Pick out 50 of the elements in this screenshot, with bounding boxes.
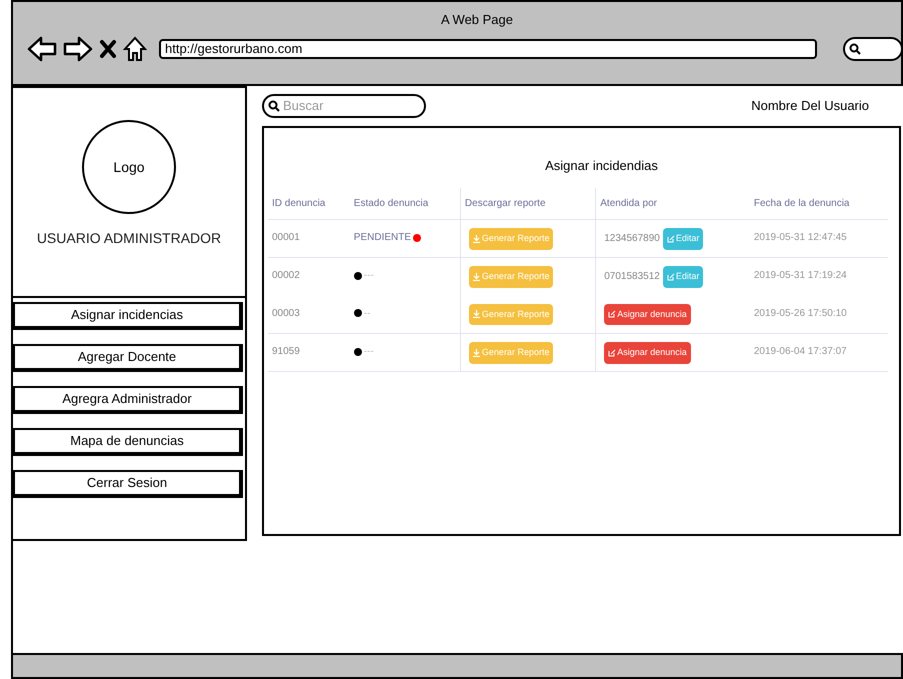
date-cell: 2019-05-31 12:47:45 [754, 232, 847, 243]
edit-icon [608, 310, 616, 318]
assign-button[interactable]: Asignar denuncia [604, 342, 691, 364]
table-title: Asignar incidendias [545, 157, 658, 175]
close-icon[interactable] [99, 38, 117, 58]
browser-search-field[interactable] [843, 36, 903, 60]
window-title: A Web Page [440, 11, 514, 29]
url-field[interactable]: http://gestorurbano.com [159, 38, 817, 58]
search-input[interactable]: Buscar [283, 96, 403, 116]
sidebar-button[interactable]: Agregra Administrador [13, 386, 243, 414]
status-text: PENDIENTE [354, 231, 412, 245]
sidebar-button[interactable]: Cerrar Sesion [13, 470, 243, 498]
assign-button[interactable]: Asignar denuncia [604, 304, 691, 325]
id-cell: 00003 [272, 308, 300, 318]
sidebar-button[interactable]: Asignar incidencias [13, 302, 243, 330]
attendant-id: 0701583512 [604, 270, 660, 284]
column-header: Fecha de la denuncia [750, 188, 888, 220]
date-cell: 2019-05-31 17:19:24 [754, 270, 847, 281]
download-icon [472, 234, 480, 243]
id-cell: 00002 [272, 270, 300, 281]
column-header: ID denuncia [268, 188, 350, 220]
attendant-id: 1234567890 [604, 232, 660, 246]
search-field[interactable]: Buscar [262, 94, 426, 118]
status-text: --- [364, 345, 374, 359]
column-header: Atendida por [596, 188, 750, 220]
user-role: USUARIO ADMINISTRADOR [36, 229, 222, 248]
home-icon[interactable] [123, 36, 147, 62]
download-icon [472, 272, 480, 281]
column-header: Estado denuncia [350, 188, 460, 220]
download-icon [472, 348, 480, 357]
sidebar-button[interactable]: Mapa de denuncias [13, 428, 243, 456]
search-icon [849, 42, 861, 54]
status-text: -- [364, 306, 370, 320]
download-icon [472, 310, 480, 318]
forward-arrow-icon[interactable] [63, 36, 93, 62]
column-header: Descargar reporte [460, 188, 596, 220]
date-cell: 2019-05-26 17:50:10 [754, 308, 847, 318]
edit-button[interactable]: Editar [662, 266, 704, 288]
edit-button[interactable]: Editar [662, 228, 704, 250]
edit-icon [666, 272, 675, 281]
id-cell: 00001 [272, 232, 300, 243]
date-cell: 2019-06-04 17:37:07 [754, 346, 847, 357]
user-name: Nombre Del Usuario [751, 97, 869, 116]
back-arrow-icon[interactable] [27, 36, 57, 62]
edit-icon [666, 234, 675, 243]
edit-icon [608, 348, 616, 357]
sidebar-button[interactable]: Agregar Docente [13, 344, 243, 372]
search-icon [268, 100, 280, 112]
id-cell: 91059 [272, 346, 300, 357]
status-text: --- [364, 269, 374, 283]
